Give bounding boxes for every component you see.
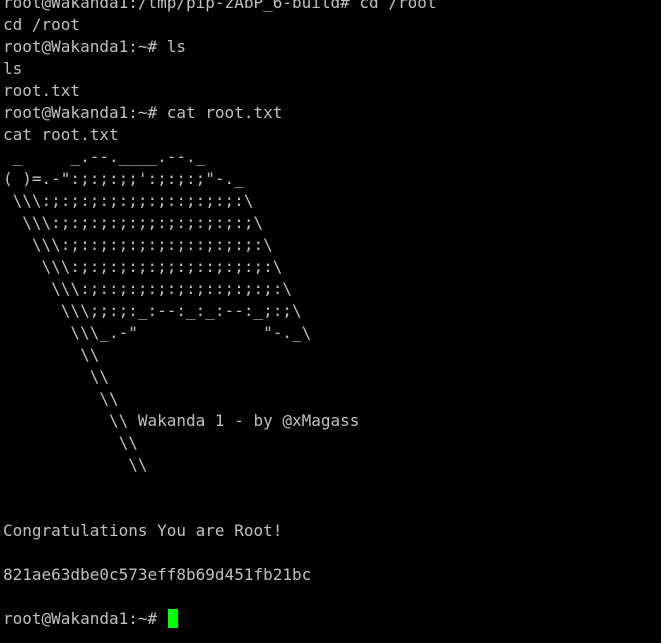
- ascii-flag-line: ( )=.-":;:;:;;':;:;:;"-._: [3, 169, 244, 188]
- ascii-flag-line: \\\:;::;:;:;:;:;::;:;:;:\: [3, 279, 292, 298]
- terminal-line: ls: [3, 59, 23, 78]
- terminal-line: cat root.txt: [3, 125, 119, 144]
- terminal-window[interactable]: root@Wakanda1:/tmp/pip-zAbP_6-build# cd …: [0, 0, 661, 643]
- terminal-line: root@Wakanda1:/tmp/pip-zAbP_6-build# cd …: [3, 0, 437, 12]
- ascii-flag-line: \\\:;:;:;:;:;;:;:;:;:;:;\: [3, 213, 264, 232]
- ascii-flag-line: \\\:;::;:;:;:;:;::;:;:;:\: [3, 235, 273, 254]
- ascii-flag-line: _ _.--.____.--._: [3, 147, 206, 166]
- terminal-line: cd /root: [3, 15, 81, 34]
- ascii-flag-line: \\: [3, 367, 109, 386]
- ascii-flag-line: \\\:;:;:;:;:;;:;::;:;:;:\: [3, 257, 283, 276]
- terminal-line: root@Wakanda1:~# cat root.txt: [3, 103, 283, 122]
- ascii-flag-line: \\\:;:;:;:;:;;:;::;:;:;:\: [3, 191, 254, 210]
- terminal-line: root.txt: [3, 81, 81, 100]
- terminal-output: root@Wakanda1:/tmp/pip-zAbP_6-build# cd …: [3, 0, 436, 630]
- root-flag-hash: 821ae63dbe0c573eff8b69d451fb21bc: [3, 565, 312, 584]
- ascii-flag-line: \\\_.-" "-._\: [3, 323, 312, 342]
- terminal-line: root@Wakanda1:~# ls: [3, 37, 187, 56]
- ascii-flag-line: \\: [3, 389, 119, 408]
- prompt-line[interactable]: root@Wakanda1:~#: [3, 608, 436, 630]
- terminal-cursor: [167, 609, 178, 628]
- ascii-flag-line: \\: [3, 455, 148, 474]
- shell-prompt: root@Wakanda1:~#: [3, 609, 167, 628]
- congratulations-message: Congratulations You are Root!: [3, 521, 283, 540]
- ascii-flag-line: \\\;;:;:_:--:_:_:--:_;:;\: [3, 301, 302, 320]
- ascii-flag-line: \\: [3, 345, 100, 364]
- ascii-flag-line: \\: [3, 433, 138, 452]
- ascii-flag-line: \\ Wakanda 1 - by @xMagass: [3, 411, 360, 430]
